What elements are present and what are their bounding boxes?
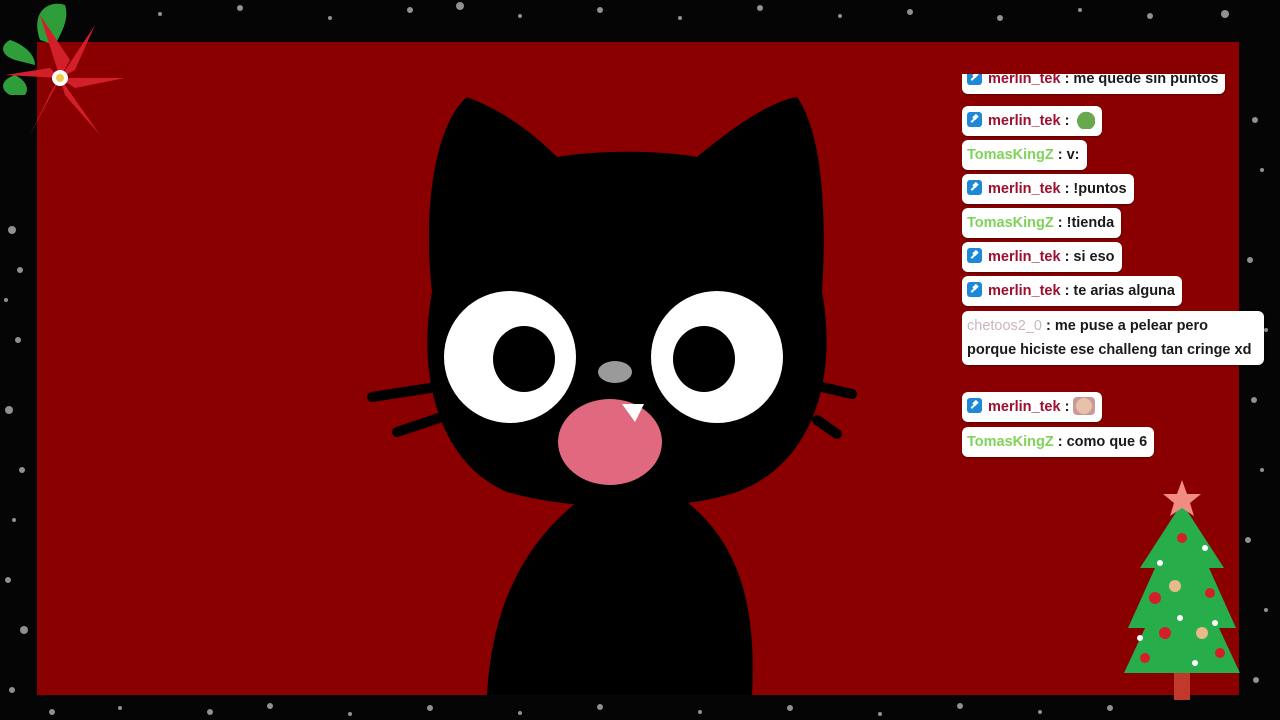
poinsettia-icon bbox=[3, 3, 125, 135]
chat-overlay: merlin_tek : me quede sin puntos merlin_… bbox=[962, 74, 1268, 464]
chat-username: chetoos2_0 bbox=[967, 318, 1042, 334]
chat-message: TomasKingZ : v: bbox=[962, 140, 1087, 170]
chat-message: merlin_tek : bbox=[962, 392, 1103, 422]
chat-username: merlin_tek bbox=[988, 283, 1061, 299]
chat-text: : bbox=[1064, 399, 1070, 415]
chat-username: merlin_tek bbox=[988, 249, 1061, 265]
moderator-badge-icon bbox=[967, 248, 982, 263]
chat-text: : v: bbox=[1057, 147, 1080, 163]
moderator-badge-icon bbox=[967, 282, 982, 297]
chat-text: : !tienda bbox=[1057, 215, 1115, 231]
chat-text: : si eso bbox=[1064, 249, 1115, 265]
chat-message: merlin_tek : si eso bbox=[962, 242, 1122, 272]
chat-username: merlin_tek bbox=[988, 113, 1061, 129]
chat-username: merlin_tek bbox=[988, 181, 1061, 197]
moderator-badge-icon bbox=[967, 112, 982, 127]
chat-message: merlin_tek : bbox=[962, 106, 1103, 136]
chat-message: merlin_tek : !puntos bbox=[962, 174, 1134, 204]
chat-username: merlin_tek bbox=[988, 74, 1061, 87]
chat-username: TomasKingZ bbox=[967, 434, 1054, 450]
chat-message: TomasKingZ : como que 6 bbox=[962, 427, 1155, 457]
moderator-badge-icon bbox=[967, 74, 982, 85]
chat-username: TomasKingZ bbox=[967, 215, 1054, 231]
baby-face-emote-icon bbox=[1073, 397, 1096, 415]
chat-username: merlin_tek bbox=[988, 399, 1061, 415]
chat-text: : como que 6 bbox=[1057, 434, 1148, 450]
chat-message: merlin_tek : te arias alguna bbox=[962, 276, 1182, 306]
chat-text: : te arias alguna bbox=[1064, 283, 1175, 299]
moderator-badge-icon bbox=[967, 398, 982, 413]
chat-message: TomasKingZ : !tienda bbox=[962, 208, 1122, 238]
chat-message: merlin_tek : me quede sin puntos bbox=[962, 74, 1226, 94]
moderator-badge-icon bbox=[967, 180, 982, 195]
chat-text: : bbox=[1064, 113, 1070, 129]
chat-text: : me quede sin puntos bbox=[1064, 74, 1219, 87]
chat-text: : !puntos bbox=[1064, 181, 1127, 197]
chat-username: TomasKingZ bbox=[967, 147, 1054, 163]
chat-message: chetoos2_0 : me puse a pelear pero porqu… bbox=[962, 311, 1264, 365]
pepe-frog-emote-icon bbox=[1073, 111, 1096, 129]
christmas-tree-icon bbox=[1124, 480, 1240, 700]
